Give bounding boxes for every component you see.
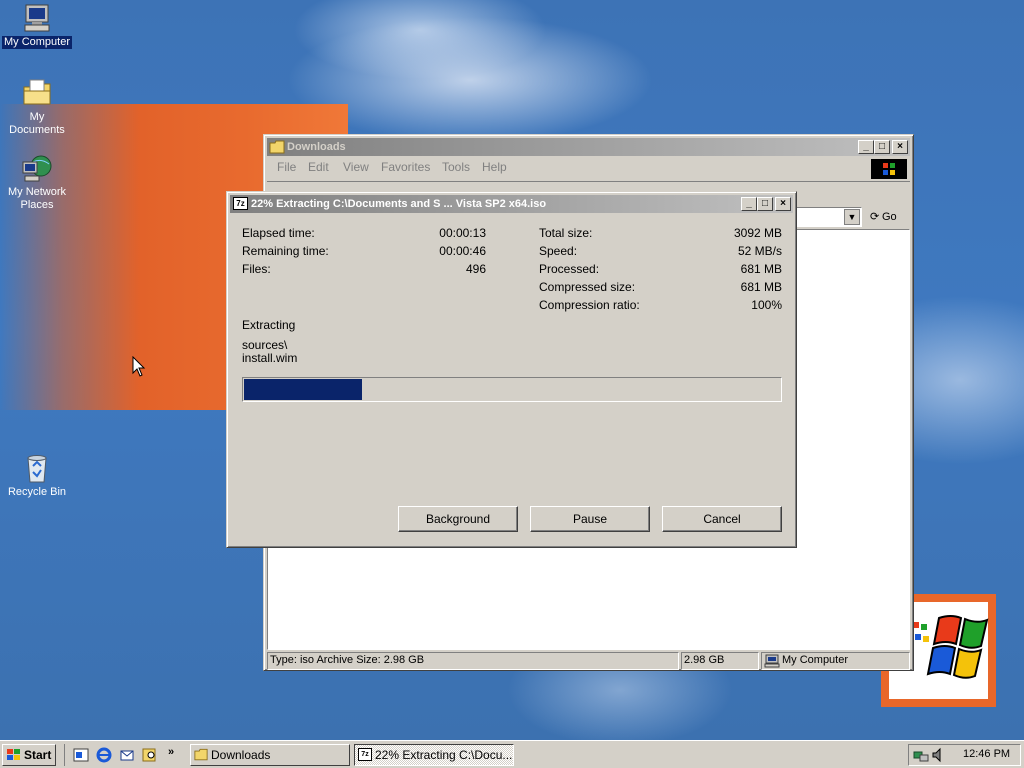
go-arrow-icon: ⟳	[870, 211, 880, 223]
computer-icon	[764, 654, 780, 668]
internet-explorer-icon[interactable]	[96, 747, 112, 763]
desktop-icon-my-computer[interactable]: My Computer	[0, 2, 74, 49]
compressed-size-value: 681 MB	[740, 280, 782, 294]
compression-ratio-label: Compression ratio:	[539, 298, 640, 312]
compression-ratio-value: 100%	[751, 298, 782, 312]
7zip-app-icon: 7z	[358, 748, 372, 761]
outlook-express-icon[interactable]	[119, 747, 135, 763]
windows-throbber-icon	[871, 159, 907, 179]
action-label: Extracting	[242, 318, 296, 332]
processed-value: 681 MB	[740, 262, 782, 276]
system-tray: 12:46 PM	[908, 744, 1021, 766]
progress-bar	[242, 377, 782, 402]
desktop-icon-label: My Network Places	[7, 186, 67, 211]
computer-icon	[21, 2, 53, 34]
minimize-button[interactable]: _	[858, 140, 874, 154]
files-value: 496	[465, 262, 486, 276]
menu-help[interactable]: Help	[482, 159, 507, 175]
volume-icon[interactable]	[931, 747, 947, 763]
window-title: Downloads	[287, 141, 346, 153]
desktop: My Computer My Documents My Network Plac…	[0, 0, 1024, 740]
files-label: Files:	[242, 262, 271, 276]
pause-button[interactable]: Pause	[530, 506, 650, 532]
address-bar[interactable]: ▼	[794, 207, 862, 227]
desktop-icon-label: My Computer	[1, 36, 73, 49]
close-button[interactable]: ×	[892, 140, 908, 154]
recycle-bin-icon	[21, 452, 53, 484]
show-desktop-icon[interactable]	[73, 747, 89, 763]
maximize-button[interactable]: □	[757, 197, 773, 211]
compressed-size-label: Compressed size:	[539, 280, 636, 294]
speed-label: Speed:	[539, 244, 578, 258]
processed-label: Processed:	[539, 262, 600, 276]
elapsed-time-label: Elapsed time:	[242, 226, 315, 240]
taskbar-button-downloads[interactable]: Downloads	[190, 744, 350, 766]
status-zone: My Computer	[761, 652, 910, 670]
cancel-button[interactable]: Cancel	[662, 506, 782, 532]
folder-documents-icon	[21, 77, 53, 109]
extract-progress-dialog: 7z 22% Extracting C:\Documents and S ...…	[226, 191, 797, 548]
desktop-icon-recycle-bin[interactable]: Recycle Bin	[0, 452, 74, 499]
background-button[interactable]: Background	[398, 506, 518, 532]
menu-edit[interactable]: Edit	[308, 159, 329, 175]
remaining-time-label: Remaining time:	[242, 244, 329, 258]
folder-icon	[269, 140, 285, 154]
menu-tools[interactable]: Tools	[442, 159, 470, 175]
total-size-label: Total size:	[539, 226, 593, 240]
quick-launch: »	[64, 744, 185, 766]
desktop-icon-label: Recycle Bin	[7, 486, 67, 498]
dialog-title: 22% Extracting C:\Documents and S ... Vi…	[251, 198, 547, 210]
status-type-size: Type: iso Archive Size: 2.98 GB	[267, 652, 679, 670]
current-file: install.wim	[242, 351, 298, 365]
taskbar: Start » Downloads 7z 22% Extracting C:\D…	[0, 740, 1024, 768]
remaining-time-value: 00:00:46	[439, 244, 486, 258]
dialog-titlebar[interactable]: 7z 22% Extracting C:\Documents and S ...…	[230, 195, 793, 213]
menu-favorites[interactable]: Favorites	[381, 159, 430, 175]
chevron-double-right-icon[interactable]: »	[168, 746, 174, 758]
search-icon[interactable]	[142, 747, 158, 763]
network-globe-icon	[21, 152, 53, 184]
menu-file[interactable]: File	[277, 159, 296, 175]
status-size: 2.98 GB	[681, 652, 759, 670]
elapsed-time-value: 00:00:13	[439, 226, 486, 240]
current-directory: sources\	[242, 338, 288, 352]
clock[interactable]: 12:46 PM	[963, 748, 1010, 760]
address-dropdown-button[interactable]: ▼	[844, 209, 860, 225]
folder-icon	[194, 748, 208, 761]
explorer-menubar: File Edit View Favorites Tools Help	[267, 159, 910, 179]
desktop-icon-my-documents[interactable]: My Documents	[0, 77, 74, 137]
desktop-icon-my-network-places[interactable]: My Network Places	[0, 152, 74, 212]
progress-fill	[244, 379, 362, 400]
speed-value: 52 MB/s	[737, 244, 782, 258]
windows-flag-icon	[7, 749, 20, 760]
close-button[interactable]: ×	[775, 197, 791, 211]
network-connection-icon[interactable]	[913, 747, 929, 763]
maximize-button[interactable]: □	[874, 140, 890, 154]
7zip-app-icon: 7z	[233, 197, 248, 210]
go-button[interactable]: ⟳ Go	[870, 208, 906, 226]
menu-view[interactable]: View	[343, 159, 369, 175]
total-size-value: 3092 MB	[733, 226, 782, 240]
explorer-titlebar[interactable]: Downloads _ □ ×	[267, 138, 910, 156]
mouse-cursor-icon	[132, 356, 146, 377]
taskbar-button-extracting[interactable]: 7z 22% Extracting C:\Docu...	[354, 744, 514, 766]
minimize-button[interactable]: _	[741, 197, 757, 211]
start-button[interactable]: Start	[2, 744, 56, 766]
desktop-icon-label: My Documents	[9, 111, 65, 136]
